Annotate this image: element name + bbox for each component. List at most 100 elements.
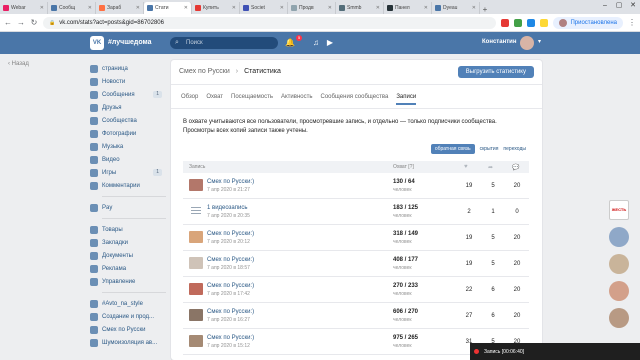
- filter-button[interactable]: скрытия: [480, 146, 499, 152]
- close-icon[interactable]: ✕: [472, 5, 476, 11]
- post-title[interactable]: Смех по Русски:): [207, 283, 254, 289]
- sidebar-item[interactable]: Сообщения 1: [90, 88, 166, 101]
- chevron-down-icon[interactable]: ▾: [538, 38, 541, 45]
- play-icon[interactable]: ▶: [324, 37, 336, 49]
- music-icon[interactable]: ♫: [310, 37, 322, 49]
- menu-icon[interactable]: ⋮: [628, 18, 636, 27]
- browser-tab[interactable]: Стати ✕: [144, 2, 192, 14]
- post-thumbnail[interactable]: [189, 179, 203, 191]
- filter-button[interactable]: обратная связь: [430, 144, 475, 154]
- tab[interactable]: Записи: [396, 94, 417, 105]
- post-title[interactable]: Смех по Русски:): [207, 257, 254, 263]
- post-thumbnail[interactable]: [189, 335, 203, 347]
- back-link[interactable]: ‹ Назад: [8, 61, 29, 67]
- minimize-icon[interactable]: –: [598, 0, 612, 12]
- browser-tab[interactable]: Продв ✕: [288, 2, 336, 14]
- post-title[interactable]: Смех по Русски:): [207, 231, 254, 237]
- tab[interactable]: Активность: [281, 94, 313, 105]
- sidebar-item[interactable]: Друзья: [90, 101, 166, 114]
- comment-icon[interactable]: 💬: [512, 164, 519, 171]
- breadcrumb-group[interactable]: Смех по Русски: [179, 68, 230, 75]
- back-icon[interactable]: ←: [4, 18, 12, 27]
- sidebar-item[interactable]: Реклама: [90, 262, 166, 275]
- filter-button[interactable]: переходы: [503, 146, 526, 152]
- sidebar-item[interactable]: Закладки: [90, 236, 166, 249]
- avatar[interactable]: [609, 308, 629, 328]
- export-button[interactable]: Выгрузить статистику: [457, 66, 534, 78]
- close-icon[interactable]: ✕: [88, 5, 92, 11]
- sidebar-item[interactable]: Товары: [90, 223, 166, 236]
- bell-icon[interactable]: 🔔: [284, 37, 296, 49]
- close-icon[interactable]: ✕: [136, 5, 140, 11]
- extension-icon[interactable]: [540, 18, 549, 27]
- close-icon[interactable]: ✕: [280, 5, 284, 11]
- post-thumbnail[interactable]: [189, 231, 203, 243]
- avatar[interactable]: [609, 281, 629, 301]
- browser-tab[interactable]: Зараб ✕: [96, 2, 144, 14]
- browser-tab[interactable]: Панел ✕: [384, 2, 432, 14]
- forward-icon[interactable]: →: [17, 18, 25, 27]
- sidebar-item[interactable]: Создание и прод...: [90, 310, 166, 323]
- tab[interactable]: Сообщения сообщества: [320, 94, 388, 105]
- close-icon[interactable]: ✕: [424, 5, 428, 11]
- sidebar-item[interactable]: Игры 1: [90, 166, 166, 179]
- new-tab-icon[interactable]: +: [480, 5, 490, 14]
- sidebar-item[interactable]: Комментарии: [90, 179, 166, 192]
- close-icon[interactable]: ✕: [40, 5, 44, 11]
- browser-tab[interactable]: Сообщ ✕: [48, 2, 96, 14]
- browser-tab[interactable]: Купить ✕: [192, 2, 240, 14]
- repost-icon[interactable]: ➦: [488, 164, 493, 171]
- sidebar-item[interactable]: Шумоизоляция ав...: [90, 336, 166, 349]
- post-title[interactable]: 1 видеозапись: [207, 205, 247, 211]
- search-input[interactable]: ⌕ Поиск: [170, 37, 278, 49]
- post-thumbnail[interactable]: [189, 257, 203, 269]
- table-row[interactable]: Смех по Русски:) 7 апр 2020 в 21:27 130 / …: [183, 173, 529, 199]
- extension-icon[interactable]: [501, 18, 510, 27]
- avatar[interactable]: [609, 227, 629, 247]
- sidebar-item[interactable]: Документы: [90, 249, 166, 262]
- vk-logo[interactable]: VK: [90, 36, 104, 50]
- maximize-icon[interactable]: ▢: [612, 0, 626, 12]
- close-icon[interactable]: ✕: [626, 0, 640, 12]
- heart-icon[interactable]: ♥: [464, 164, 468, 170]
- table-row[interactable]: 1 видеозапись 7 апр 2020 в 20:35 183 / 125…: [183, 199, 529, 225]
- sidebar-item[interactable]: Фотографии: [90, 127, 166, 140]
- group-logo[interactable]: ЖЕСТЬ: [609, 200, 629, 220]
- sidebar-item[interactable]: Смех по Русски: [90, 323, 166, 336]
- sidebar-item[interactable]: Сообщества: [90, 114, 166, 127]
- sidebar-item[interactable]: Музыка: [90, 140, 166, 153]
- table-row[interactable]: Смех по Русски:) 7 апр 2020 в 18:57 408 / …: [183, 251, 529, 277]
- table-row[interactable]: Смех по Русски:) 7 апр 2020 в 17:42 270 / …: [183, 277, 529, 303]
- sidebar-item[interactable]: Видео: [90, 153, 166, 166]
- sidebar-item[interactable]: #Avto_na_style: [90, 297, 166, 310]
- extension-icon[interactable]: [527, 18, 536, 27]
- user-avatar[interactable]: [520, 36, 534, 50]
- post-thumbnail[interactable]: [189, 283, 203, 295]
- vk-brand[interactable]: #лучшедома: [108, 39, 152, 46]
- tab[interactable]: Посещаемость: [231, 94, 273, 105]
- post-thumbnail[interactable]: [189, 309, 203, 321]
- browser-tab[interactable]: Dyeau ✕: [432, 2, 480, 14]
- close-icon[interactable]: ✕: [184, 5, 188, 11]
- reload-icon[interactable]: ↻: [30, 18, 38, 27]
- table-row[interactable]: Смех по Русски:) 7 апр 2020 в 20:12 318 / …: [183, 225, 529, 251]
- post-title[interactable]: Смех по Русски:): [207, 309, 254, 315]
- sidebar-item[interactable]: страница: [90, 62, 166, 75]
- post-title[interactable]: Смех по Русски:): [207, 179, 254, 185]
- profile-button[interactable]: Приостановлена: [553, 16, 623, 29]
- tab[interactable]: Обзор: [181, 94, 198, 105]
- username[interactable]: Константин: [482, 39, 516, 45]
- extension-icon[interactable]: [514, 18, 523, 27]
- sidebar-item[interactable]: Управление: [90, 275, 166, 288]
- browser-tab[interactable]: Webar ✕: [0, 2, 48, 14]
- sidebar-item[interactable]: Новости: [90, 75, 166, 88]
- table-row[interactable]: Смех по Русски:) 7 апр 2020 в 16:27 606 / …: [183, 303, 529, 329]
- close-icon[interactable]: ✕: [328, 5, 332, 11]
- post-thumbnail[interactable]: [189, 205, 203, 217]
- tab[interactable]: Охват: [206, 94, 223, 105]
- close-icon[interactable]: ✕: [232, 5, 236, 11]
- url-field[interactable]: 🔒 vk.com/stats?act=posts&gid=86702806: [43, 16, 497, 29]
- browser-tab[interactable]: Societ ✕: [240, 2, 288, 14]
- browser-tab[interactable]: Smmb ✕: [336, 2, 384, 14]
- avatar[interactable]: [609, 254, 629, 274]
